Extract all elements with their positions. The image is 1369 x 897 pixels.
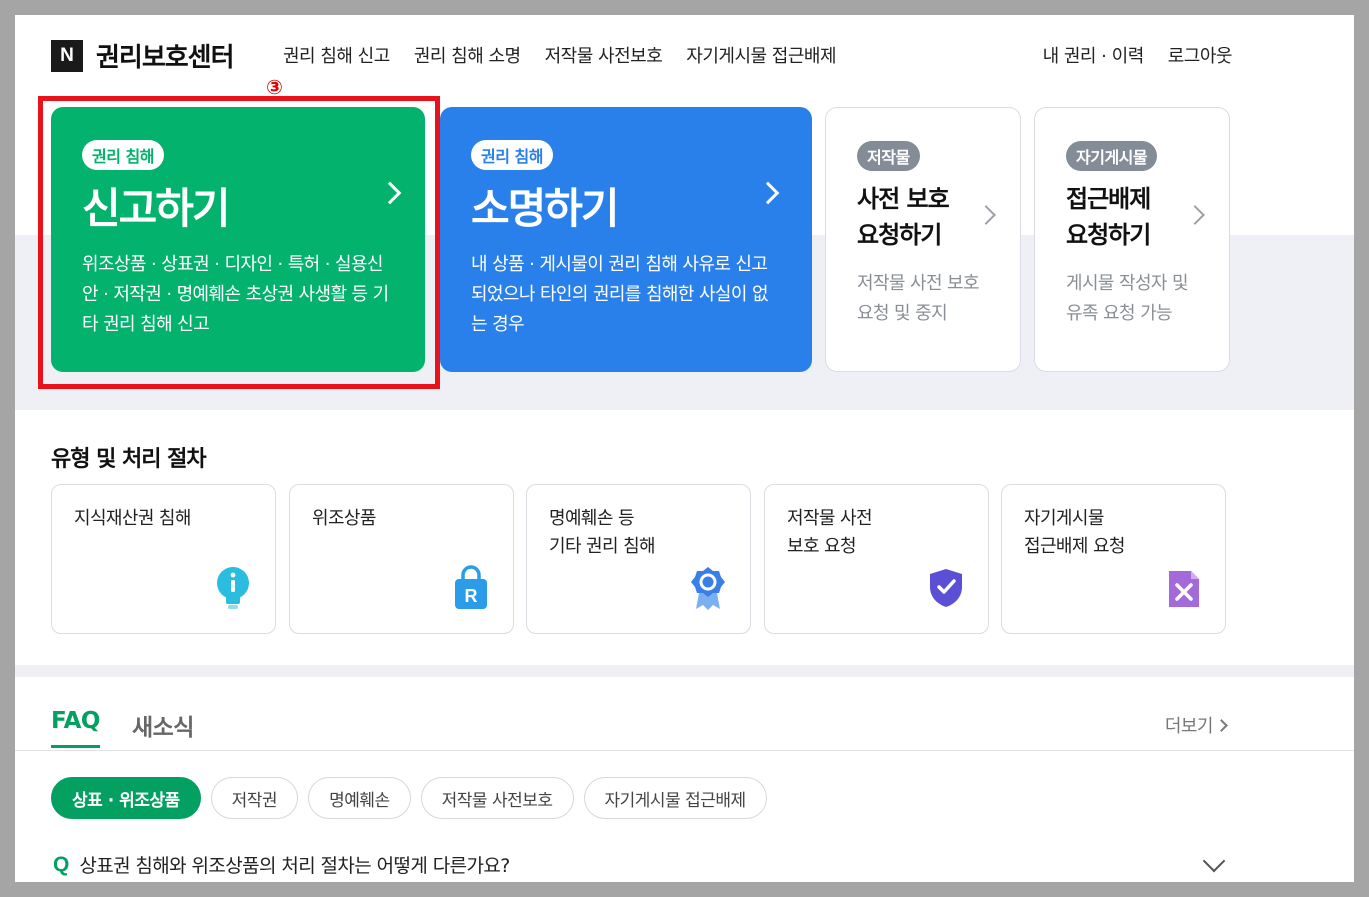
section-separator-band — [15, 665, 1354, 677]
shield-check-icon — [930, 569, 962, 607]
main-nav: 권리 침해 신고 권리 침해 소명 저작물 사전보호 자기게시물 접근배제 — [283, 42, 860, 68]
brand-title: 권리보호센터 — [96, 43, 235, 73]
chip-trademark[interactable]: 상표 · 위조상품 — [51, 777, 201, 819]
type-card-defamation[interactable]: 명예훼손 등 기타 권리 침해 — [526, 484, 751, 634]
explain-badge: 권리 침해 — [471, 140, 553, 170]
logout-link[interactable]: 로그아웃 — [1168, 42, 1233, 68]
page-frame: N 권리보호센터 권리 침해 신고 권리 침해 소명 저작물 사전보호 자기게시… — [15, 15, 1354, 882]
type-card-exclusion[interactable]: 자기게시물 접근배제 요청 — [1001, 484, 1226, 634]
preprotect-desc: 저작물 사전 보호 요청 및 중지 — [857, 269, 980, 329]
type-label: 저작물 사전 보호 요청 — [787, 508, 873, 557]
types-section-title: 유형 및 처리 절차 — [51, 447, 207, 472]
util-nav: 내 권리 · 이력 로그아웃 — [1019, 42, 1233, 68]
badge-icon — [691, 567, 725, 610]
naver-logo-icon: N — [51, 39, 83, 72]
my-rights-link[interactable]: 내 권리 · 이력 — [1043, 42, 1145, 68]
preprotect-title: 사전 보호 요청하기 — [857, 181, 950, 253]
preprotect-card[interactable]: 저작물 사전 보호 요청하기 저작물 사전 보호 요청 및 중지 — [825, 107, 1021, 372]
type-label: 지식재산권 침해 — [74, 508, 191, 529]
explain-card[interactable]: 권리 침해 소명하기 내 상품 · 게시물이 권리 침해 사유로 신고 되었으나… — [440, 107, 812, 372]
preprotect-desc-line2: 요청 및 중지 — [857, 303, 948, 324]
faq-question-text: 상표권 침해와 위조상품의 처리 절차는 어떻게 다른가요? — [79, 855, 510, 877]
chevron-right-icon — [976, 205, 996, 225]
document-x-icon — [1169, 571, 1199, 607]
faq-tabs: FAQ 새소식 — [51, 708, 226, 748]
faq-question-item[interactable]: Q 상표권 침해와 위조상품의 처리 절차는 어떻게 다른가요? — [53, 851, 510, 878]
explain-desc: 내 상품 · 게시물이 권리 침해 사유로 신고 되었으나 타인의 권리를 침해… — [471, 254, 769, 335]
highlight-box — [38, 96, 440, 389]
chevron-down-icon[interactable] — [1202, 849, 1226, 873]
exclusion-desc: 게시물 작성자 및 유족 요청 가능 — [1066, 269, 1189, 329]
exclusion-title: 접근배제 요청하기 — [1066, 181, 1151, 253]
exclusion-badge: 자기게시물 — [1066, 141, 1158, 171]
more-label: 더보기 — [1164, 716, 1214, 737]
chevron-right-icon — [756, 181, 780, 205]
exclusion-card[interactable]: 자기게시물 접근배제 요청하기 게시물 작성자 및 유족 요청 가능 — [1034, 107, 1230, 372]
tab-news[interactable]: 새소식 — [132, 708, 194, 748]
lightbulb-icon — [217, 567, 249, 609]
shopping-bag-icon: R — [455, 565, 487, 609]
preprotect-desc-line1: 저작물 사전 보호 — [857, 273, 980, 294]
site-logo[interactable]: N 권리보호센터 — [51, 37, 235, 74]
type-card-ip[interactable]: 지식재산권 침해 — [51, 484, 276, 634]
exclusion-desc-line1: 게시물 작성자 및 — [1066, 273, 1189, 294]
preprotect-title-line2: 요청하기 — [857, 221, 942, 249]
chip-copyright[interactable]: 저작권 — [210, 777, 299, 819]
exclusion-title-line1: 접근배제 — [1066, 185, 1151, 213]
chip-exclusion[interactable]: 자기게시물 접근배제 — [583, 777, 767, 819]
type-card-counterfeit[interactable]: 위조상품 R — [289, 484, 514, 634]
type-label: 위조상품 — [312, 508, 376, 529]
chip-defamation[interactable]: 명예훼손 — [308, 777, 411, 819]
nav-explain[interactable]: 권리 침해 소명 — [414, 42, 521, 68]
exclusion-title-line2: 요청하기 — [1066, 221, 1151, 249]
nav-preprotect[interactable]: 저작물 사전보호 — [545, 42, 663, 68]
preprotect-title-line1: 사전 보호 — [857, 185, 950, 213]
svg-text:R: R — [465, 586, 478, 606]
type-label: 자기게시물 접근배제 요청 — [1024, 508, 1125, 557]
chevron-right-icon — [1185, 205, 1205, 225]
chevron-right-icon — [1215, 718, 1228, 732]
more-link[interactable]: 더보기 — [1164, 712, 1228, 738]
nav-exclusion[interactable]: 자기게시물 접근배제 — [686, 42, 836, 68]
nav-report[interactable]: 권리 침해 신고 — [283, 42, 390, 68]
faq-divider — [15, 750, 1354, 751]
type-card-preprotect[interactable]: 저작물 사전 보호 요청 — [764, 484, 989, 634]
faq-category-chips: 상표 · 위조상품 저작권 명예훼손 저작물 사전보호 자기게시물 접근배제 — [51, 777, 777, 819]
explain-title: 소명하기 — [471, 184, 620, 233]
chip-preprotect[interactable]: 저작물 사전보호 — [420, 777, 574, 819]
exclusion-desc-line2: 유족 요청 가능 — [1066, 303, 1173, 324]
type-label: 명예훼손 등 기타 권리 침해 — [549, 508, 656, 557]
question-mark-icon: Q — [53, 852, 70, 876]
tab-faq[interactable]: FAQ — [51, 708, 100, 748]
preprotect-badge: 저작물 — [857, 141, 920, 171]
